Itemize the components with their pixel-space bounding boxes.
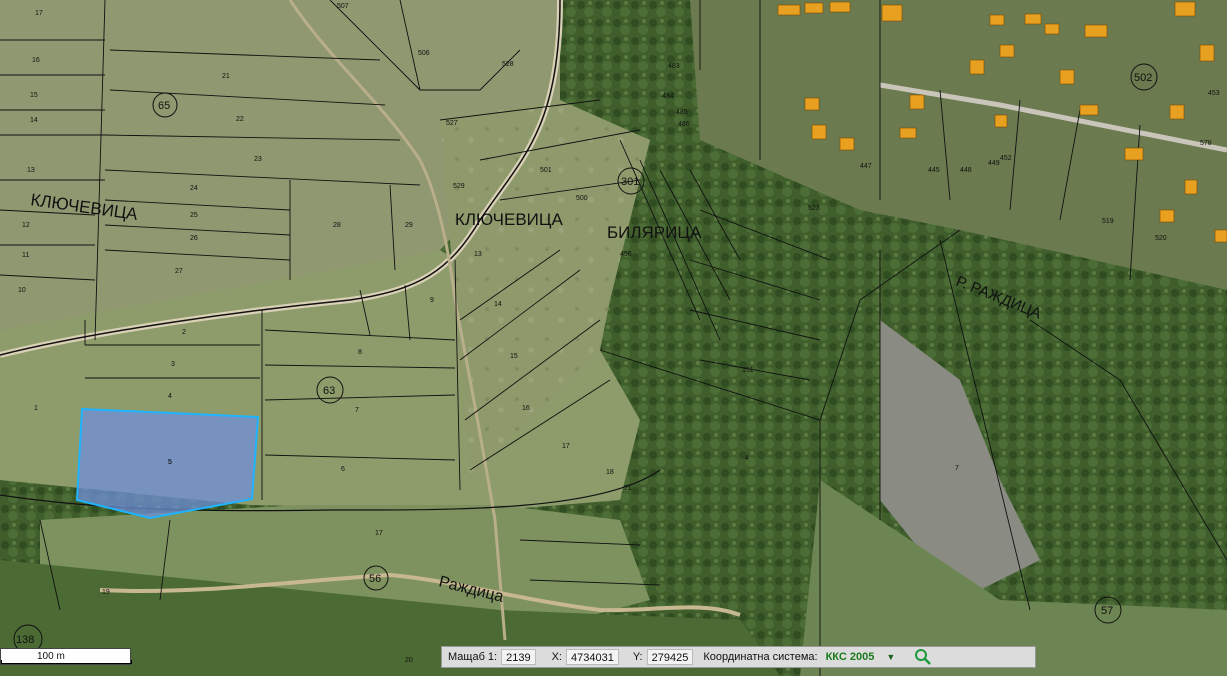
parcel-number: 11 — [22, 252, 29, 259]
parcel-number: 16 — [32, 57, 40, 64]
parcel-number: 9 — [430, 297, 434, 304]
parcel-number: 27 — [175, 268, 183, 275]
scale-value-field[interactable]: 2139 — [501, 649, 536, 665]
parcel-number: 6 — [341, 466, 345, 473]
parcel-number: 20 — [405, 657, 413, 664]
crs-label: Координатна система: — [703, 651, 818, 663]
district-number-63: 63 — [323, 385, 335, 397]
parcel-number: 23 — [254, 156, 262, 163]
parcel-number: 527 — [446, 120, 458, 127]
scale-bar: 100 m — [0, 648, 132, 665]
parcel-number: 22 — [236, 116, 244, 123]
parcel-number: 25 — [190, 212, 198, 219]
parcel-number: 519 — [1102, 218, 1114, 225]
parcel-number: 26 — [190, 235, 198, 242]
parcel-number: 1 — [34, 405, 38, 412]
parcel-number: 7 — [955, 465, 959, 472]
parcel-number: 28 — [333, 222, 341, 229]
parcel-number: 17 — [375, 530, 383, 537]
parcel-number: 15 — [30, 92, 38, 99]
parcel-number: 506 — [418, 50, 430, 57]
parcel-number: 17 — [562, 443, 570, 450]
parcel-number: 29 — [405, 222, 413, 229]
parcel-number: 151 — [742, 367, 754, 374]
parcel-number: 523 — [808, 205, 820, 212]
parcel-number: 14 — [30, 117, 38, 124]
parcel-number: 449 — [988, 160, 1000, 167]
parcel-number: 578 — [1200, 140, 1212, 147]
parcel-number: 520 — [1155, 235, 1167, 242]
crs-value[interactable]: ККС 2005 — [826, 651, 875, 663]
parcel-number: 528 — [502, 61, 514, 68]
parcel-number: 447 — [860, 163, 872, 170]
parcel-number: 12 — [22, 222, 30, 229]
parcel-number: 10 — [18, 287, 26, 294]
parcel-number: 484 — [662, 93, 674, 100]
parcel-number: 2 — [182, 329, 186, 336]
place-label-klyuchevitsa-center: КЛЮЧЕВИЦА — [455, 210, 563, 229]
district-number-138: 138 — [16, 634, 34, 646]
parcel-number: 13 — [27, 167, 35, 174]
cadastral-map[interactable]: 5 65 63 301 502 56 57 138 КЛЮЧЕВИЦА КЛЮЧ… — [0, 0, 1227, 676]
parcel-number: 7 — [355, 407, 359, 414]
parcel-number: 18 — [606, 469, 614, 476]
parcel-number: 445 — [928, 167, 940, 174]
x-coordinate-field[interactable]: 4734031 — [566, 649, 619, 665]
parcel-number: 496 — [620, 251, 632, 258]
parcel-number: 21 — [624, 485, 632, 492]
parcel-number: 453 — [1208, 90, 1220, 97]
parcel-number: 21 — [222, 73, 230, 80]
parcel-number: 13 — [474, 251, 482, 258]
aerial-imagery — [0, 0, 1227, 676]
district-number-502: 502 — [1134, 72, 1152, 84]
district-number-57: 57 — [1101, 605, 1113, 617]
y-coordinate-field[interactable]: 279425 — [646, 649, 694, 665]
parcel-number: 17 — [35, 10, 43, 17]
parcel-number: 486 — [678, 121, 690, 128]
status-bar: Мащаб 1: 2139 X: 4734031 Y: 279425 Коорд… — [441, 646, 1036, 668]
parcel-number: 507 — [337, 3, 349, 10]
district-number-301: 301 — [621, 176, 639, 188]
parcel-number: 485 — [676, 109, 688, 116]
chevron-down-icon[interactable]: ▼ — [886, 652, 895, 662]
parcel-number: 483 — [668, 63, 680, 70]
parcel-number: 15 — [510, 353, 518, 360]
parcel-number: 4 — [168, 393, 172, 400]
parcel-number: 452 — [1000, 155, 1012, 162]
parcel-number: 16 — [522, 405, 530, 412]
search-icon[interactable] — [913, 648, 933, 666]
parcel-number: 529 — [453, 183, 465, 190]
district-number-56: 56 — [369, 573, 381, 585]
x-label: X: — [551, 651, 562, 663]
scale-bar-tick — [1, 660, 132, 664]
district-number-65: 65 — [158, 100, 170, 112]
parcel-number: 8 — [358, 349, 362, 356]
place-label-bilyaritsa: БИЛЯРИЦА — [607, 223, 702, 242]
scale-label: Мащаб 1: — [448, 651, 498, 663]
parcel-number: 4 — [745, 455, 749, 462]
parcel-number: 24 — [190, 185, 198, 192]
parcel-number: 448 — [960, 167, 972, 174]
parcel-number: 14 — [494, 301, 502, 308]
y-label: Y: — [632, 651, 643, 663]
parcel-number: 500 — [576, 195, 588, 202]
parcel-number: 5 — [168, 459, 172, 466]
parcel-number: 3 — [171, 361, 175, 368]
parcel-number: 501 — [540, 167, 552, 174]
parcel-number: 19 — [102, 589, 110, 596]
